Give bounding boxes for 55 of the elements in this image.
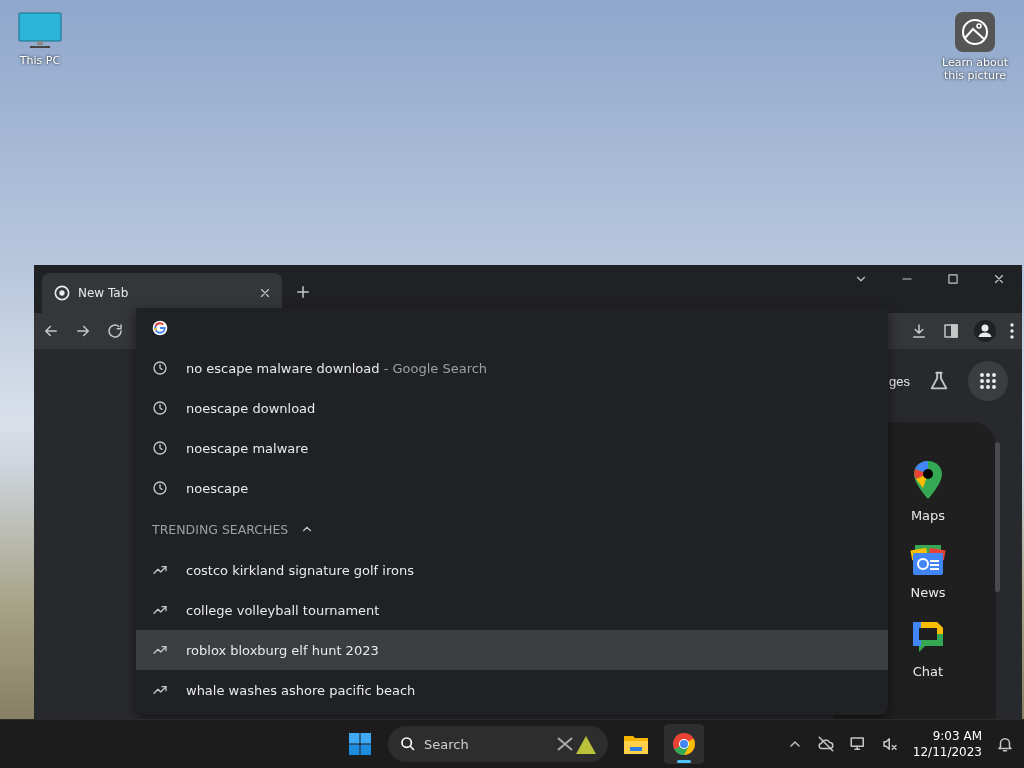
suggestion-row[interactable]: roblox bloxburg elf hunt 2023 bbox=[136, 630, 888, 670]
browser-tab[interactable]: New Tab bbox=[42, 273, 282, 313]
monitor-icon[interactable] bbox=[18, 12, 62, 50]
app-label[interactable]: News bbox=[910, 585, 946, 600]
map-pin-icon[interactable] bbox=[913, 460, 943, 500]
maximize-icon[interactable] bbox=[946, 272, 960, 286]
clock-icon bbox=[152, 400, 168, 416]
suggestion-text: no escape malware download - Google Search bbox=[186, 360, 488, 376]
suggestion-text: whale washes ashore pacific beach bbox=[186, 682, 416, 698]
newspaper-icon[interactable] bbox=[909, 543, 947, 577]
side-panel-icon[interactable] bbox=[942, 322, 960, 340]
new-tab-icon[interactable] bbox=[294, 283, 312, 301]
suggestion-row[interactable]: noescape download bbox=[136, 388, 888, 428]
suggestion-row[interactable]: no escape malware download - Google Search bbox=[136, 348, 888, 388]
close-icon[interactable] bbox=[258, 286, 272, 300]
menu-icon[interactable] bbox=[1010, 323, 1014, 339]
apps-grid-button[interactable] bbox=[968, 361, 1008, 401]
section-header: TRENDING SEARCHES bbox=[152, 521, 289, 537]
suggestion-row[interactable]: noescape malware bbox=[136, 428, 888, 468]
network-icon[interactable] bbox=[848, 735, 867, 753]
suggestion-text: noescape malware bbox=[186, 440, 309, 456]
google-logo-icon bbox=[152, 320, 168, 336]
clock-icon bbox=[152, 440, 168, 456]
clock-icon bbox=[152, 360, 168, 376]
suggestion-text: roblox bloxburg elf hunt 2023 bbox=[186, 642, 379, 658]
suggestion-text: noescape download bbox=[186, 400, 316, 416]
app-label[interactable]: Chat bbox=[912, 664, 944, 679]
cloud-off-icon[interactable] bbox=[816, 735, 835, 753]
close-icon[interactable] bbox=[992, 272, 1006, 286]
download-icon[interactable] bbox=[910, 322, 928, 340]
suggestion-row[interactable]: whale washes ashore pacific beach bbox=[136, 670, 888, 710]
flask-icon[interactable] bbox=[928, 370, 950, 392]
taskbar-search-field[interactable]: Search bbox=[388, 726, 608, 762]
clock[interactable]: 9:03 AM 12/11/2023 bbox=[912, 728, 982, 760]
suggestion-row[interactable]: costco kirkland signature golf irons bbox=[136, 550, 888, 590]
suggestion-text: costco kirkland signature golf irons bbox=[186, 562, 414, 578]
search-icon bbox=[400, 736, 416, 752]
taskbar-app-button[interactable] bbox=[664, 724, 704, 764]
suggestion-row[interactable]: noescape bbox=[136, 468, 888, 508]
chrome-icon[interactable] bbox=[672, 732, 696, 756]
clock-icon bbox=[152, 480, 168, 496]
profile-icon[interactable] bbox=[974, 320, 996, 342]
picture-info-icon[interactable] bbox=[955, 12, 995, 52]
windows-logo-icon[interactable] bbox=[348, 732, 372, 756]
suggestion-text: college volleyball tournament bbox=[186, 602, 380, 618]
app-label[interactable]: Maps bbox=[910, 508, 946, 523]
folder-icon[interactable] bbox=[623, 733, 649, 755]
bell-icon[interactable] bbox=[996, 735, 1014, 753]
chrome-logo-icon bbox=[54, 285, 70, 301]
suggestion-text: noescape bbox=[186, 480, 249, 496]
speaker-muted-icon[interactable] bbox=[880, 735, 899, 753]
header-link[interactable]: ges bbox=[889, 373, 910, 389]
grid-dots-icon bbox=[979, 372, 997, 390]
suggestion-row[interactable]: college volleyball tournament bbox=[136, 590, 888, 630]
reload-icon[interactable] bbox=[106, 322, 124, 340]
